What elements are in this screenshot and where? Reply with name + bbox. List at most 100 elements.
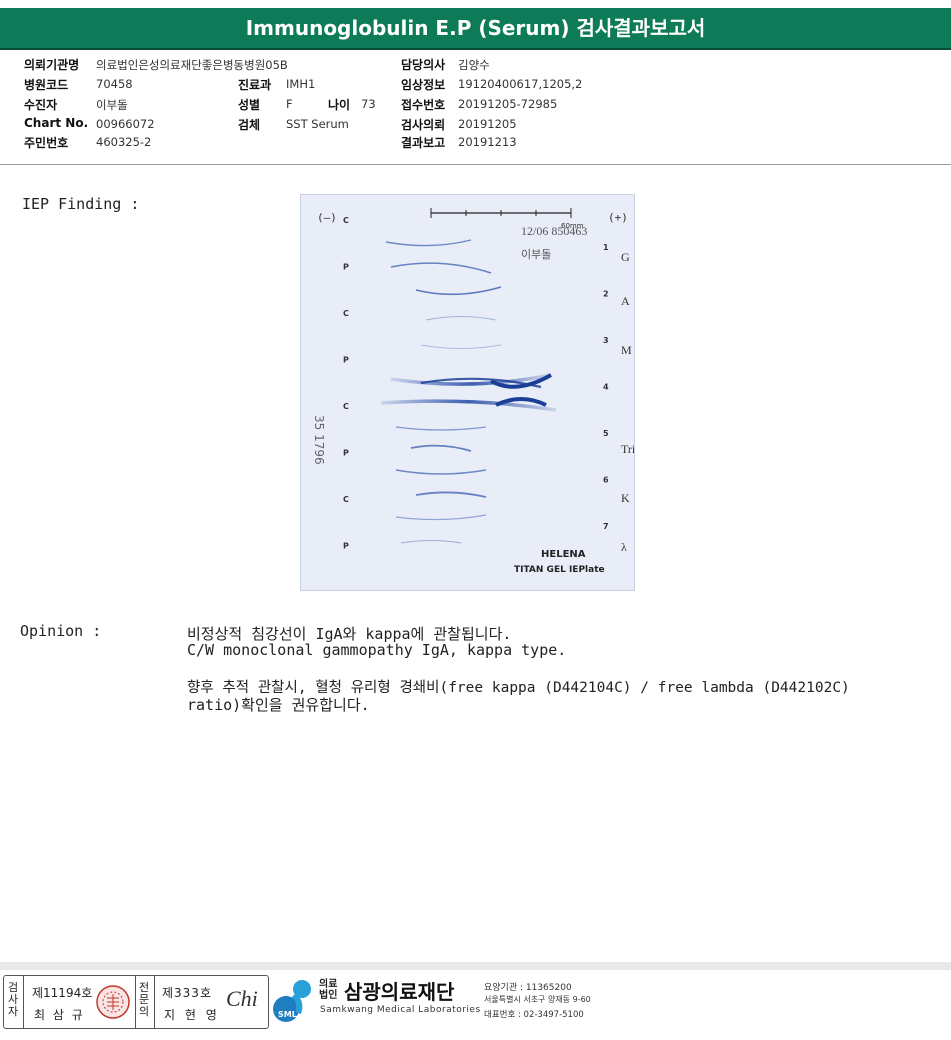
- request-date-label: 검사의뢰: [401, 118, 446, 132]
- patient-label: 수진자: [24, 98, 58, 112]
- gel-well-label: P: [343, 542, 349, 551]
- gel-right-labels: G A M Tri Kλ: [621, 250, 634, 554]
- divider: [135, 976, 136, 1028]
- gel-plus-label: (+): [608, 211, 628, 224]
- precipitin-arc: [425, 316, 497, 321]
- sex-value: F: [286, 97, 293, 111]
- gel-well-label: C: [343, 216, 349, 225]
- resident-no-value: 460325-2: [96, 135, 152, 149]
- gel-lane-number: 6: [603, 476, 609, 485]
- dept-label: 진료과: [238, 78, 272, 92]
- gel-well-label: C: [343, 309, 349, 318]
- gel-well-label: C: [343, 402, 349, 411]
- red-seal-icon: [96, 985, 130, 1019]
- precipitin-arc: [395, 514, 487, 521]
- precipitin-arc: [415, 491, 487, 498]
- hospital-code-label: 병원코드: [24, 78, 69, 92]
- gel-antiserum-label: K: [621, 491, 630, 505]
- signature-box: 검사자 제11194호 최 삼 규 전문의 제333호 지 현 영 Chi: [3, 975, 269, 1029]
- gel-well-label: P: [343, 356, 349, 365]
- tester-vertical-label: 검사자: [7, 981, 19, 1018]
- iep-finding-label: IEP Finding :: [22, 195, 140, 213]
- header-divider: [0, 164, 951, 165]
- org-english-name: Samkwang Medical Laboratories: [320, 1005, 481, 1015]
- receipt-no-value: 20191205-72985: [458, 97, 558, 111]
- org-prefix-1: 의료: [319, 979, 338, 990]
- hospital-code-value: 70458: [96, 77, 133, 91]
- gel-lane-number: 7: [603, 522, 609, 531]
- gel-minus-label: (—): [317, 211, 337, 224]
- iep-gel-image: (—) (+) 60mm 12/06 850463 이부돌 35 1796 CP…: [300, 194, 635, 591]
- logo-badge: SML: [278, 1010, 297, 1019]
- age-label: 나이: [328, 98, 351, 112]
- result-date-label: 결과보고: [401, 136, 446, 150]
- institution-label: 의뢰기관명: [24, 58, 80, 72]
- age-value: 73: [361, 97, 376, 111]
- precipitin-arc: [410, 444, 472, 452]
- gel-brand-titan: TITAN GEL IEPlate: [514, 565, 605, 575]
- divider: [23, 976, 24, 1028]
- doctor-value: 김양수: [458, 58, 490, 72]
- precipitin-arc: [420, 344, 502, 349]
- opinion-line-4: ratio)확인을 권유합니다.: [187, 696, 370, 714]
- org-prefix-2: 법인: [319, 990, 338, 1001]
- gel-left-labels: C P C P C P C P: [343, 216, 349, 551]
- specialist-name: 지 현 영: [164, 1008, 220, 1022]
- tester-name: 최 삼 규: [34, 1008, 85, 1022]
- clinical-info-label: 임상정보: [401, 78, 446, 92]
- specialist-license-no: 제333호: [162, 986, 212, 1000]
- opinion-label: Opinion :: [20, 622, 102, 640]
- precipitin-arc: [385, 239, 472, 247]
- result-date-value: 20191213: [458, 135, 517, 149]
- chart-no-value: 00966072: [96, 117, 155, 131]
- gel-antiserum-label: λ: [621, 540, 627, 554]
- monoclonal-arc-kappa: [380, 399, 557, 412]
- org-name: 삼광의료재단: [344, 980, 455, 1004]
- gel-lane-numbers: 1 2 3 4 5 6 7: [603, 243, 609, 531]
- precipitin-arc: [390, 262, 492, 274]
- precipitin-arc: [415, 286, 502, 296]
- clinical-info-value: 19120400617,1205,2: [458, 77, 583, 91]
- patient-value: 이부돌: [96, 98, 128, 112]
- gel-well-label: C: [343, 495, 349, 504]
- precipitin-arc: [400, 540, 462, 544]
- gel-antiserum-label: G: [621, 250, 630, 264]
- institution-code: 요양기관 : 11365200: [484, 983, 572, 993]
- tester-license-no: 제11194호: [32, 986, 93, 1000]
- gel-lane-number: 3: [603, 336, 609, 345]
- receipt-no-label: 접수번호: [401, 98, 446, 112]
- footer-divider: [0, 962, 951, 970]
- gel-lane-number: 5: [603, 429, 609, 438]
- gel-lane-number: 4: [603, 383, 609, 392]
- sex-label: 성별: [238, 98, 261, 112]
- doctor-label: 담당의사: [401, 58, 446, 72]
- gel-antiserum-label: Tri: [621, 442, 634, 456]
- request-date-value: 20191205: [458, 117, 517, 131]
- precipitin-arc: [395, 469, 487, 475]
- dept-value: IMH1: [286, 77, 316, 91]
- gel-antiserum-label: A: [621, 294, 630, 308]
- specialist-vertical-label: 전문의: [138, 981, 150, 1018]
- org-phone: 대표번호 : 02-3497-5100: [484, 1010, 584, 1020]
- gel-antiserum-label: M: [621, 343, 632, 357]
- org-address: 서울특별시 서초구 양재동 9-60: [484, 995, 591, 1004]
- gel-side-number: 35 1796: [312, 415, 326, 465]
- chart-no-label: Chart No.: [24, 116, 89, 130]
- gel-patient-hand: 이부돌: [521, 248, 551, 261]
- precipitin-arc: [395, 426, 487, 431]
- signature-scribble: Chi: [226, 986, 258, 1011]
- specimen-label: 검체: [238, 118, 261, 132]
- gel-well-label: P: [343, 449, 349, 458]
- resident-no-label: 주민번호: [24, 136, 69, 150]
- divider: [154, 976, 155, 1028]
- patient-info-section: 의뢰기관명 의료법인은성의료재단좋은병동병원05B 병원코드 70458 수진자…: [0, 54, 951, 158]
- gel-lane-number: 1: [603, 243, 609, 252]
- gel-brand-helena: HELENA: [541, 549, 586, 560]
- gel-stamp: 12/06 850463: [521, 224, 587, 238]
- specimen-value: SST Serum: [286, 117, 349, 131]
- gel-drawing: (—) (+) 60mm 12/06 850463 이부돌 35 1796 CP…: [312, 208, 634, 575]
- institution-value: 의료법인은성의료재단좋은병동병원05B: [96, 58, 288, 72]
- opinion-line-2: C/W monoclonal gammopathy IgA, kappa typ…: [187, 641, 567, 659]
- gel-well-label: P: [343, 263, 349, 272]
- report-title: Immunoglobulin E.P (Serum) 검사결과보고서: [0, 8, 951, 50]
